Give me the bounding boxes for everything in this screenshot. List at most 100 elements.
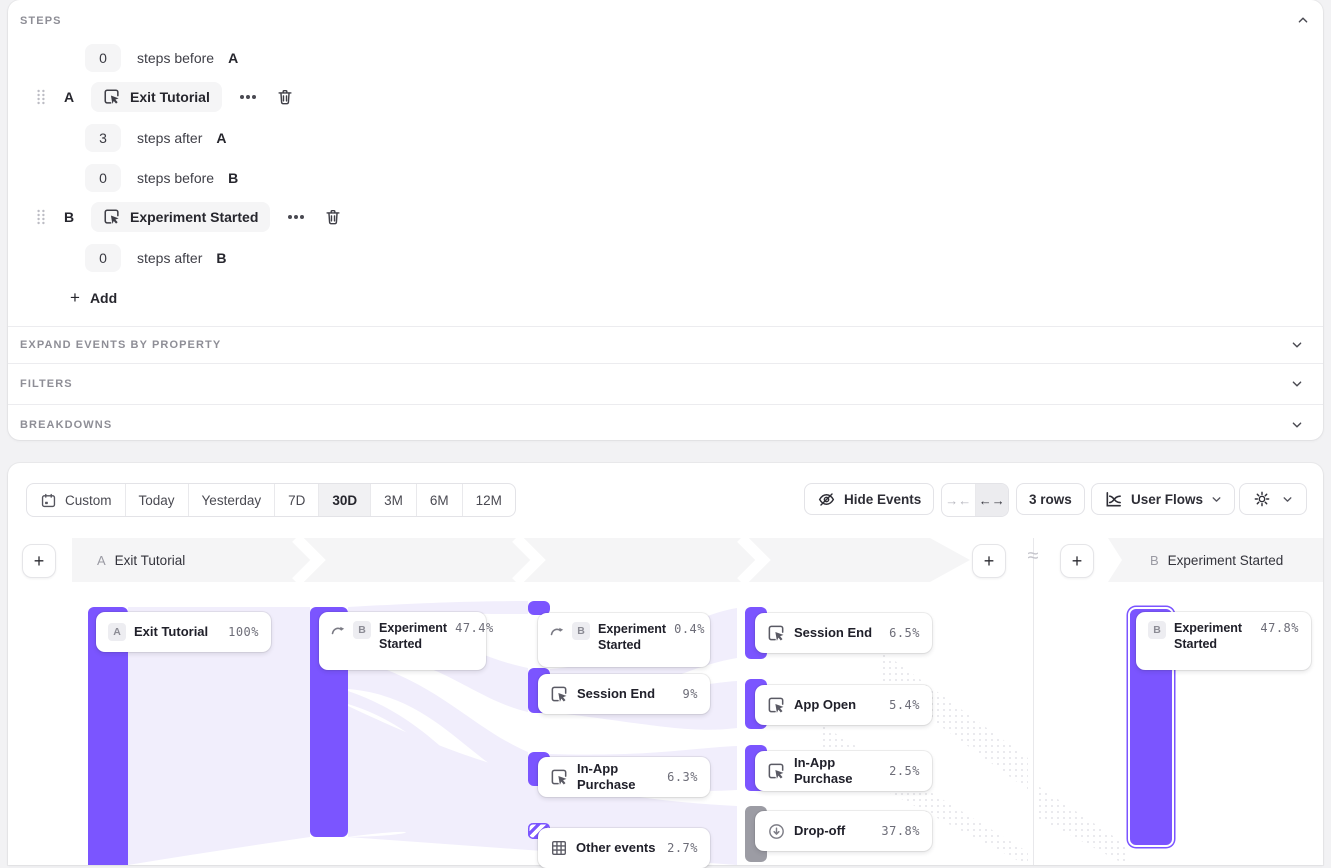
steps-before-label: steps before [137,50,214,66]
add-label: Add [90,290,117,306]
chevron-down-icon [1282,494,1293,505]
event-label: Exit Tutorial [130,89,210,105]
flow-header-band-b[interactable] [1108,538,1323,582]
section-breakdowns[interactable]: BREAKDOWNS [8,406,1323,443]
date-yesterday-button[interactable]: Yesterday [189,484,276,516]
step-chip-b: B [353,621,371,639]
flow-node-b-anchor[interactable]: B Experiment Started 47.8% [1136,612,1311,670]
flow-node-other-events[interactable]: Other events 2.7% [538,828,710,868]
node-name: Exit Tutorial [134,624,220,640]
drop-off-icon [767,822,786,841]
node-percent: 47.4% [455,621,494,635]
flow-node-exit-tutorial[interactable]: A Exit Tutorial 100% [96,612,271,652]
date-3m-button[interactable]: 3M [371,484,417,516]
steps-before-b-row: 0 steps before B [85,164,238,192]
trash-icon[interactable] [276,88,294,106]
continuation-arrow-icon [550,624,564,636]
plus-icon: + [34,551,45,572]
node-name: Experiment Started [598,622,666,653]
node-percent: 100% [228,625,259,639]
trash-icon[interactable] [324,208,342,226]
section-filters[interactable]: FILTERS [8,365,1323,402]
date-label: Yesterday [202,493,262,508]
drag-handle[interactable] [36,89,46,105]
steps-after-b-input[interactable]: 0 [85,244,121,272]
view-type-label: User Flows [1131,492,1203,507]
node-percent: 47.8% [1260,621,1299,635]
chevron-down-icon [1211,494,1222,505]
date-custom-button[interactable]: Custom [27,484,126,516]
drag-handle[interactable] [36,209,46,225]
steps-before-a-input[interactable]: 0 [85,44,121,72]
click-event-icon [103,208,121,226]
add-column-left-button[interactable]: + [22,544,56,578]
node-percent: 2.5% [889,764,920,778]
flow-report-panel: Custom Today Yesterday 7D 30D 3M 6M 12M … [8,463,1323,865]
steps-after-a-input[interactable]: 3 [85,124,121,152]
flow-node-session-end[interactable]: Session End 9% [538,674,710,714]
click-event-icon [767,762,786,781]
flow-node-experiment-started-main[interactable]: B Experiment Started 47.4% [319,612,486,670]
add-step-before-b-button[interactable]: + [1060,544,1094,578]
eye-off-icon [817,490,836,509]
steps-before-a-row: 0 steps before A [85,44,238,72]
steps-title: STEPS [20,15,62,27]
step-b-row: B Experiment Started [36,202,342,232]
flow-node-in-app-purchase[interactable]: In-App Purchase 6.3% [538,757,710,797]
rows-count-button[interactable]: 3 rows [1016,483,1085,515]
flow-node-experiment-started-small[interactable]: B Experiment Started 0.4% [538,613,710,667]
date-30d-button[interactable]: 30D [319,484,371,516]
step-ref-b: B [228,170,238,186]
date-today-button[interactable]: Today [126,484,189,516]
event-select-exit-tutorial[interactable]: Exit Tutorial [91,82,222,112]
add-step-after-a-button[interactable]: + [972,544,1006,578]
section-label: FILTERS [20,378,73,390]
steps-after-b-row: 0 steps after B [85,244,227,272]
plus-icon: + [1072,551,1083,572]
date-label: 3M [384,493,403,508]
flow-node-in-app-purchase-2[interactable]: In-App Purchase 2.5% [755,751,932,791]
section-expand-events-by-property[interactable]: EXPAND EVENTS BY PROPERTY [8,326,1323,363]
plus-icon: + [70,288,80,308]
date-7d-button[interactable]: 7D [275,484,319,516]
collapse-columns-button[interactable]: →← [942,484,976,516]
click-event-icon [767,624,786,643]
hide-events-label: Hide Events [844,492,921,507]
divider [8,363,1323,364]
node-name: App Open [794,697,881,713]
hide-events-button[interactable]: Hide Events [804,483,934,515]
section-label: EXPAND EVENTS BY PROPERTY [20,339,221,351]
expand-arrows-icon: ←→ [979,493,1005,508]
steps-after-a-row: 3 steps after A [85,124,227,152]
click-event-icon [550,768,569,787]
step-chip-b: B [1148,621,1166,639]
date-label: Custom [65,493,112,508]
date-6m-button[interactable]: 6M [417,484,463,516]
flow-header-band-a[interactable] [72,538,972,582]
view-type-dropdown[interactable]: User Flows [1091,483,1235,515]
steps-before-b-input[interactable]: 0 [85,164,121,192]
date-12m-button[interactable]: 12M [463,484,515,516]
settings-dropdown[interactable] [1239,483,1307,515]
node-name: Experiment Started [1174,621,1252,652]
more-options-icon[interactable] [238,87,258,107]
chevron-up-icon[interactable] [1297,14,1309,26]
more-options-icon[interactable] [286,207,306,227]
click-event-icon [767,696,786,715]
node-percent: 37.8% [881,824,920,838]
flow-node-session-end-2[interactable]: Session End 6.5% [755,613,932,653]
event-select-experiment-started[interactable]: Experiment Started [91,202,270,232]
date-label: 6M [430,493,449,508]
grid-icon [550,839,568,857]
divider [8,404,1323,405]
add-step-button[interactable]: + Add [70,286,117,310]
date-label: 30D [332,493,357,508]
node-name: Session End [577,686,675,702]
flow-node-drop-off[interactable]: Drop-off 37.8% [755,811,932,851]
node-name: In-App Purchase [794,755,881,788]
expand-columns-button[interactable]: ←→ [976,484,1009,516]
flow-node-app-open[interactable]: App Open 5.4% [755,685,932,725]
node-percent: 6.5% [889,626,920,640]
node-name: Drop-off [794,823,873,839]
step-chip-b: B [572,622,590,640]
